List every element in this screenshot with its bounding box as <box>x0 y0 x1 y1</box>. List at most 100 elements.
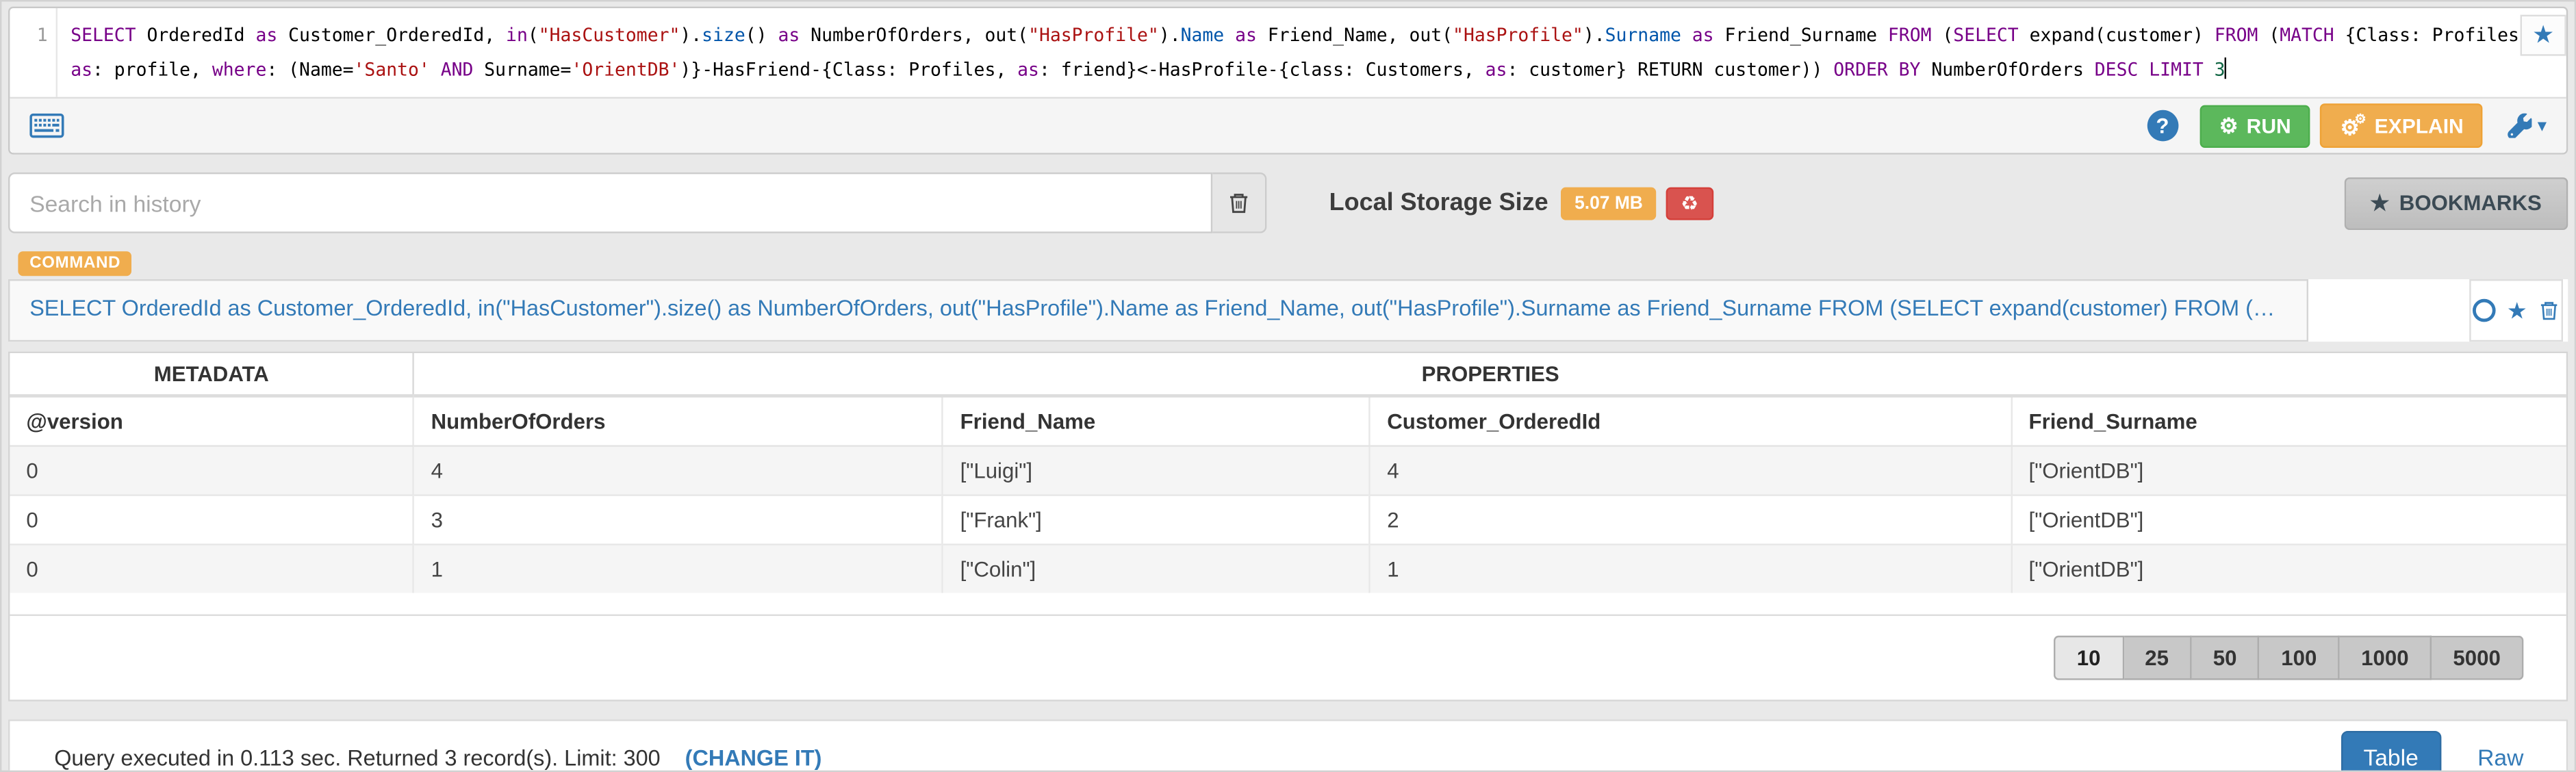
query-editor-panel: 1 SELECT OrderedId as Customer_OrderedId… <box>8 7 2568 155</box>
code-token-k: FROM <box>1888 25 1932 46</box>
clear-local-storage-button[interactable]: ♻ <box>1666 186 1713 219</box>
status-footer: Query executed in 0.113 sec. Returned 3 … <box>8 719 2568 772</box>
code-token: () <box>745 25 778 46</box>
page-size-button-5000[interactable]: 5000 <box>2432 636 2523 680</box>
code-token <box>2204 59 2215 80</box>
clear-history-button[interactable] <box>1212 172 1266 233</box>
star-icon: ★ <box>2532 21 2554 49</box>
properties-group-header: PROPERTIES <box>413 353 2566 396</box>
star-icon: ★ <box>2507 299 2527 322</box>
pagination-row: 10255010010005000 <box>10 615 2566 700</box>
history-query-link[interactable]: SELECT OrderedId as Customer_OrderedId, … <box>8 279 2308 342</box>
search-input-group <box>8 172 1266 233</box>
table-cell: 3 <box>413 496 943 545</box>
code-token: : friend}<-HasProfile-{class: Customers, <box>1039 59 1485 80</box>
change-limit-link[interactable]: (CHANGE IT) <box>685 745 822 769</box>
trash-icon <box>1227 190 1251 215</box>
code-token-b: size <box>702 25 745 46</box>
table-cell: 4 <box>1370 446 2011 496</box>
table-row: 03["Frank"]2["OrientDB"] <box>10 496 2566 545</box>
query-status-text: Query executed in 0.113 sec. Returned 3 … <box>54 745 660 769</box>
keyboard-shortcuts-button[interactable] <box>29 114 64 138</box>
column-header: @version <box>10 396 413 446</box>
results-panel: METADATA PROPERTIES @versionNumberOfOrde… <box>8 352 2568 702</box>
code-token: ( <box>2258 25 2280 46</box>
page-size-selector: 10255010010005000 <box>2054 636 2523 680</box>
bookmark-history-button[interactable]: ★ <box>2507 299 2527 322</box>
code-token-n: 3 <box>2215 59 2226 80</box>
recycle-icon: ♻ <box>1681 192 1698 215</box>
code-token: ). <box>680 25 702 46</box>
code-token-k: ORDER BY <box>1833 59 1920 80</box>
table-row: 01["Colin"]1["OrientDB"] <box>10 545 2566 593</box>
code-token-k: as <box>1017 59 1039 80</box>
code-token: : customer} RETURN customer)) <box>1507 59 1833 80</box>
history-item-actions: ★ <box>2469 279 2563 342</box>
code-token: ( <box>1932 25 1954 46</box>
metadata-group-header: METADATA <box>10 353 413 396</box>
delete-history-button[interactable] <box>2539 299 2560 322</box>
settings-dropdown-button[interactable]: ▾ <box>2508 114 2547 138</box>
table-cell: 0 <box>10 545 413 593</box>
group-header-row: METADATA PROPERTIES <box>10 353 2566 396</box>
code-token: NumberOfOrders, out( <box>800 25 1028 46</box>
code-token <box>1224 25 1235 46</box>
table-cell: ["OrientDB"] <box>2011 545 2566 593</box>
table-cell: 1 <box>1370 545 2011 593</box>
page-size-button-100[interactable]: 100 <box>2260 636 2340 680</box>
table-cell: 0 <box>10 446 413 496</box>
code-token-s: 'OrientDB' <box>571 59 680 80</box>
help-button[interactable]: ? <box>2147 110 2178 142</box>
column-header-row: @versionNumberOfOrdersFriend_NameCustome… <box>10 396 2566 446</box>
bookmarks-button[interactable]: ★ BOOKMARKS <box>2344 177 2568 229</box>
page-size-button-10[interactable]: 10 <box>2054 636 2124 680</box>
code-token <box>2138 59 2149 80</box>
page-size-button-25[interactable]: 25 <box>2124 636 2192 680</box>
column-header: NumberOfOrders <box>413 396 943 446</box>
code-token: Customer_OrderedId, <box>277 25 506 46</box>
local-storage-label: Local Storage Size <box>1329 189 1548 217</box>
explain-label: EXPLAIN <box>2375 114 2464 138</box>
command-type-badge: COMMAND <box>18 251 132 276</box>
code-token-k: as <box>778 25 800 46</box>
code-token-k: as <box>1235 25 1257 46</box>
gears-icon: ⚙⚙ <box>2341 114 2367 138</box>
rerun-query-button[interactable] <box>2472 299 2495 322</box>
code-token-k: AND <box>441 59 474 80</box>
run-label: RUN <box>2247 114 2291 138</box>
gear-icon: ⚙ <box>2219 115 2239 136</box>
explain-button[interactable]: ⚙⚙ EXPLAIN <box>2321 103 2484 148</box>
code-token-k: in <box>506 25 528 46</box>
code-token-s: "HasProfile" <box>1453 25 1583 46</box>
wrench-icon <box>2508 114 2533 138</box>
bookmark-query-button[interactable]: ★ <box>2521 15 2566 56</box>
page-size-button-50[interactable]: 50 <box>2192 636 2260 680</box>
raw-view-button[interactable]: Raw <box>2458 732 2543 772</box>
code-token-b: Surname <box>1605 25 1681 46</box>
column-header: Friend_Surname <box>2011 396 2566 446</box>
table-cell: 2 <box>1370 496 2011 545</box>
page-size-button-1000[interactable]: 1000 <box>2340 636 2432 680</box>
circle-icon <box>2472 299 2495 322</box>
code-token: Surname= <box>473 59 571 80</box>
code-token: expand(customer) <box>2019 25 2215 46</box>
column-header: Friend_Name <box>943 396 1370 446</box>
code-token-s: "HasCustomer" <box>539 25 680 46</box>
history-item: SELECT OrderedId as Customer_OrderedId, … <box>8 279 2568 342</box>
table-view-button[interactable]: Table <box>2341 731 2442 772</box>
code-token: ). <box>1159 25 1181 46</box>
line-number: 1 <box>37 25 48 46</box>
table-cell: ["Colin"] <box>943 545 1370 593</box>
code-token-k: FROM <box>2215 25 2258 46</box>
text-cursor <box>2226 57 2227 79</box>
code-token: ). <box>1583 25 1605 46</box>
run-button[interactable]: ⚙ RUN <box>2199 104 2311 146</box>
code-token-b: Name <box>1181 25 1225 46</box>
question-mark-icon: ? <box>2156 114 2169 138</box>
local-storage-size-badge: 5.07 MB <box>1561 186 1656 219</box>
code-token <box>430 59 441 80</box>
search-history-input[interactable] <box>8 172 1212 233</box>
sql-code[interactable]: SELECT OrderedId as Customer_OrderedId, … <box>58 8 2566 97</box>
code-token <box>1681 25 1692 46</box>
code-editor[interactable]: 1 SELECT OrderedId as Customer_OrderedId… <box>10 8 2566 97</box>
